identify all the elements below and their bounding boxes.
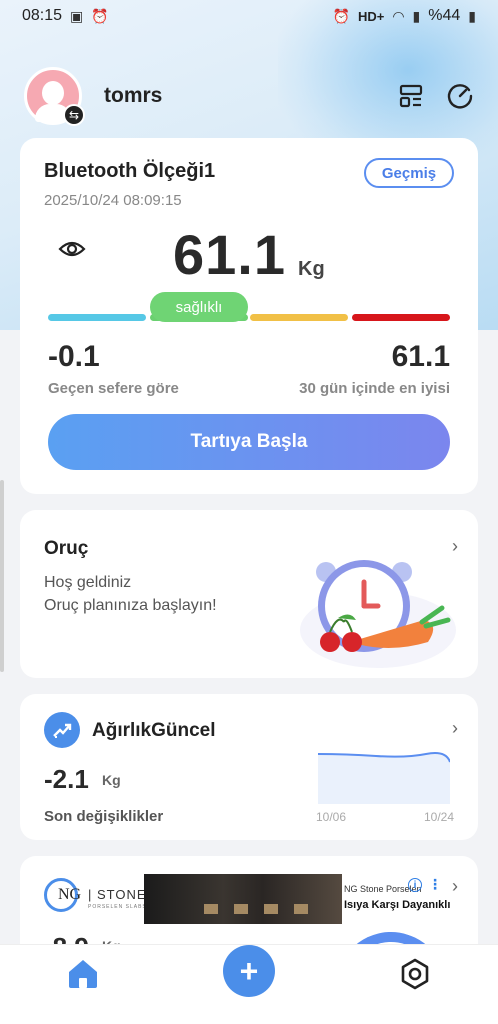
trend-date-start: 10/06 bbox=[316, 810, 347, 824]
ad-logo-text: NG bbox=[58, 886, 82, 903]
bmi-bar-obese bbox=[352, 314, 450, 321]
trend-sparkline bbox=[316, 744, 451, 809]
scale-name: Bluetooth Ölçeği1 bbox=[44, 160, 216, 182]
bottom-navigation: + bbox=[0, 944, 498, 1024]
weight-value: 61.1 bbox=[173, 223, 286, 286]
best-label: 30 gün içinde en iyisi bbox=[299, 380, 450, 397]
weight-unit: Kg bbox=[298, 258, 325, 280]
ad-image[interactable] bbox=[144, 874, 342, 924]
trend-value: -2.1 bbox=[44, 764, 89, 794]
switch-user-icon[interactable]: ⇆ bbox=[63, 104, 85, 126]
edge-panel-handle[interactable] bbox=[0, 480, 4, 672]
fasting-welcome: Hoş geldiniz bbox=[44, 574, 132, 591]
signal-icon: ▮ bbox=[412, 7, 421, 24]
battery-level: %44 bbox=[428, 7, 461, 24]
username: tomrs bbox=[104, 84, 163, 107]
ad-brand-name: STONE bbox=[97, 887, 147, 902]
avatar[interactable]: ⇆ bbox=[24, 67, 85, 126]
status-left: 08:15 ▣ ⏰ bbox=[22, 7, 109, 25]
clock-food-illustration-icon bbox=[298, 550, 458, 675]
bmi-bar-underweight bbox=[48, 314, 146, 321]
home-icon[interactable] bbox=[66, 957, 100, 994]
fasting-title: Oruç bbox=[44, 538, 89, 559]
add-button[interactable]: + bbox=[223, 945, 275, 997]
gallery-icon: ▣ bbox=[70, 7, 84, 24]
battery-icon: ▮ bbox=[468, 7, 476, 24]
avatar-face bbox=[42, 81, 64, 105]
wifi-icon: ◠ bbox=[392, 7, 405, 24]
best-value: 61.1 bbox=[391, 340, 450, 373]
history-button[interactable]: Geçmiş bbox=[364, 158, 454, 188]
ad-brand: | STONE bbox=[88, 887, 147, 902]
status-right: ⏰ HD+ ◠ ▮ %44 ▮ bbox=[333, 7, 477, 25]
more-options-icon[interactable]: ⋮ bbox=[428, 876, 442, 893]
status-time: 08:15 bbox=[22, 7, 63, 24]
status-bar: 08:15 ▣ ⏰ ⏰ HD+ ◠ ▮ %44 ▮ bbox=[0, 0, 498, 32]
alarm-icon: ⏰ bbox=[91, 7, 109, 24]
settings-icon[interactable] bbox=[398, 957, 432, 996]
fasting-prompt: Oruç planınıza başlayın! bbox=[44, 597, 217, 614]
change-label: Geçen sefere göre bbox=[48, 380, 179, 397]
chevron-right-icon[interactable]: › bbox=[452, 876, 458, 897]
profile-row: ⇆ tomrs bbox=[24, 66, 474, 126]
bmi-bar-overweight bbox=[250, 314, 348, 321]
layout-icon[interactable] bbox=[398, 83, 424, 109]
change-value: -0.1 bbox=[48, 340, 100, 373]
scale-card: Bluetooth Ölçeği1 2025/10/24 08:09:15 Ge… bbox=[20, 138, 478, 494]
start-weighing-button[interactable]: Tartıya Başla bbox=[48, 414, 450, 470]
health-status-badge: sağlıklı bbox=[150, 292, 248, 322]
trend-unit: Kg bbox=[102, 772, 121, 788]
alarm-status-icon: ⏰ bbox=[332, 7, 350, 24]
gauge-icon[interactable] bbox=[446, 82, 474, 110]
trend-date-end: 10/24 bbox=[423, 810, 454, 824]
network-type: HD+ bbox=[357, 8, 385, 24]
trend-title: AğırlıkGüncel bbox=[92, 720, 216, 741]
chevron-right-icon[interactable]: › bbox=[452, 718, 458, 739]
measurement-time: 2025/10/24 08:09:15 bbox=[44, 192, 182, 209]
trend-up-icon bbox=[44, 712, 80, 748]
ad-headline[interactable]: Isıya Karşı Dayanıklı bbox=[344, 899, 450, 911]
trend-label: Son değişiklikler bbox=[44, 808, 164, 825]
weight-trend-card[interactable]: AğırlıkGüncel › -2.1 Kg Son değişiklikle… bbox=[20, 694, 478, 840]
fasting-card[interactable]: Oruç › Hoş geldiniz Oruç planınıza başla… bbox=[20, 510, 478, 678]
info-icon[interactable]: i bbox=[408, 878, 422, 892]
top-icons bbox=[398, 82, 474, 110]
eye-icon[interactable] bbox=[58, 238, 86, 265]
ad-brand-sub: PORSELEN SLABS bbox=[88, 904, 147, 910]
